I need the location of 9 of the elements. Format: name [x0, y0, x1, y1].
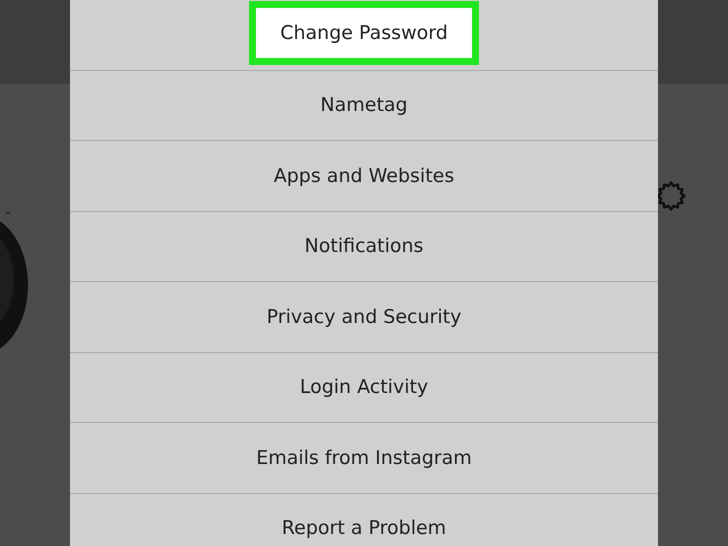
menu-item[interactable]: Nametag: [308, 86, 420, 124]
settings-icon[interactable]: [655, 180, 687, 212]
menu-item[interactable]: Report a Problem: [270, 509, 458, 546]
menu-item[interactable]: Change Password: [249, 0, 479, 65]
menu-item[interactable]: Notifications: [292, 227, 436, 266]
menu-item[interactable]: Apps and Websites: [262, 156, 466, 195]
menu-item[interactable]: Emails from Instagram: [244, 438, 484, 477]
menu-item[interactable]: Privacy and Security: [254, 298, 474, 336]
menu-item[interactable]: Login Activity: [288, 368, 440, 406]
